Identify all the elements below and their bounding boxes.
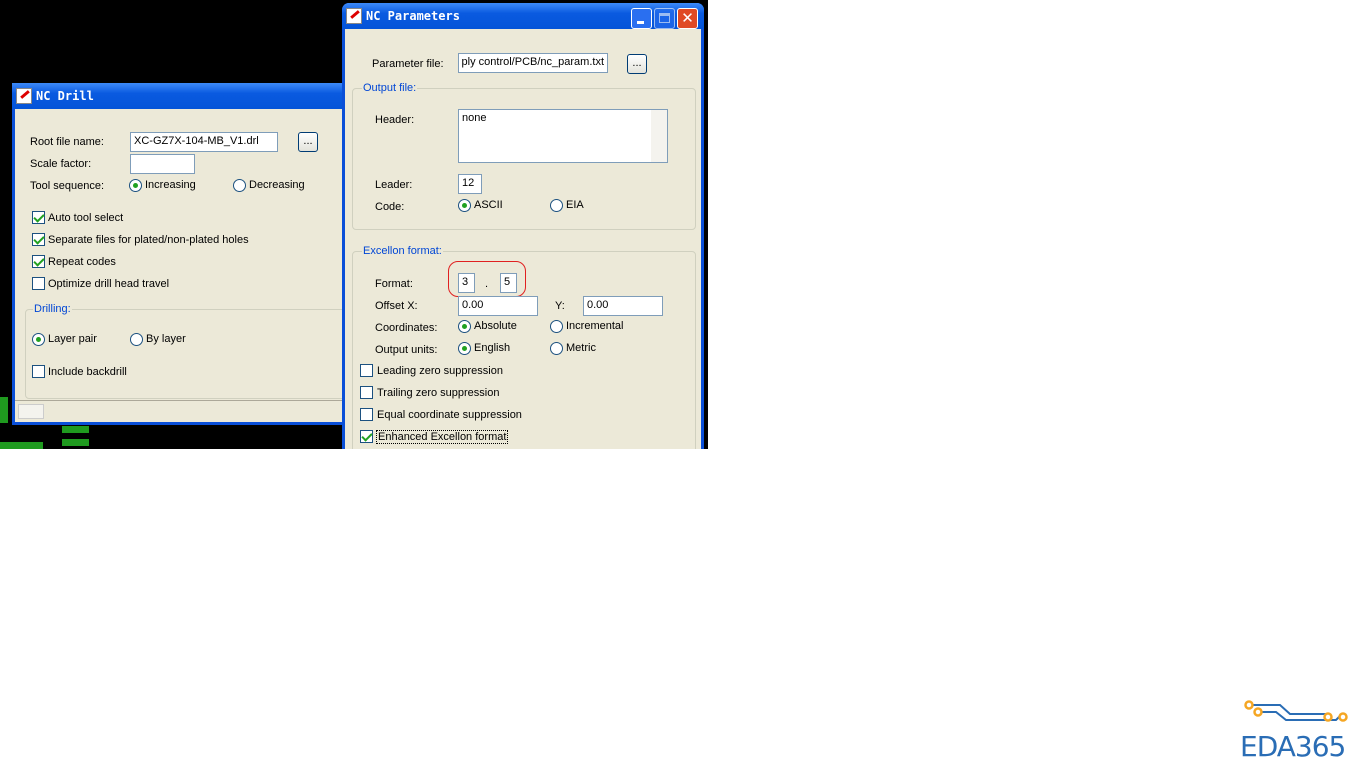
absolute-label: Absolute	[474, 320, 517, 332]
backdrill-checkbox[interactable]	[32, 365, 45, 378]
title-bar[interactable]: NC Parameters ✕	[342, 3, 704, 29]
pcb-trace	[0, 397, 8, 423]
trailing-zero-label: Trailing zero suppression	[377, 387, 500, 399]
header-textarea[interactable]: none	[458, 109, 668, 163]
eia-label: EIA	[566, 199, 584, 211]
browse-button[interactable]: ...	[627, 54, 647, 74]
app-icon	[346, 8, 362, 24]
offset-y-input[interactable]: 0.00	[583, 296, 663, 316]
scrollbar[interactable]	[651, 110, 667, 162]
absolute-radio[interactable]	[458, 320, 471, 333]
layer-pair-radio[interactable]	[32, 333, 45, 346]
close-icon: ✕	[681, 9, 694, 27]
auto-tool-label: Auto tool select	[48, 212, 124, 224]
by-layer-radio[interactable]	[130, 333, 143, 346]
format-dot: .	[485, 278, 489, 290]
tool-seq-label: Tool sequence:	[30, 180, 104, 192]
decreasing-label: Decreasing	[249, 179, 305, 191]
by-layer-label: By layer	[146, 333, 186, 345]
output-file-group-label: Output file:	[362, 82, 418, 94]
pcb-trace	[62, 426, 89, 433]
browse-button[interactable]: ...	[298, 132, 318, 152]
param-file-input[interactable]: ply control/PCB/nc_param.txt	[458, 53, 608, 73]
maximize-icon	[659, 13, 670, 23]
backdrill-label: Include backdrill	[48, 366, 127, 378]
minimize-icon	[637, 21, 644, 24]
window-title: NC Parameters	[366, 9, 460, 23]
optimize-checkbox[interactable]	[32, 277, 45, 290]
metric-label: Metric	[566, 342, 596, 354]
increasing-radio[interactable]	[129, 179, 142, 192]
status-bar	[15, 400, 355, 422]
format-integer-input[interactable]: 3	[458, 273, 475, 293]
root-file-input[interactable]: XC-GZ7X-104-MB_V1.drl	[130, 132, 278, 152]
incremental-label: Incremental	[566, 320, 624, 332]
separate-files-label: Separate files for plated/non-plated hol…	[48, 234, 249, 246]
drilling-group	[25, 309, 355, 399]
equal-coord-checkbox[interactable]	[360, 408, 373, 421]
app-icon	[16, 88, 32, 104]
param-file-label: Parameter file:	[372, 58, 444, 70]
ascii-label: ASCII	[474, 199, 503, 211]
code-label: Code:	[375, 201, 405, 213]
incremental-radio[interactable]	[550, 320, 563, 333]
metric-radio[interactable]	[550, 342, 563, 355]
minimize-button[interactable]	[631, 8, 652, 29]
eda365-logo: EDA365	[1240, 700, 1352, 763]
logo-text: EDA365	[1240, 730, 1346, 763]
status-pane	[18, 404, 44, 419]
auto-tool-checkbox[interactable]	[32, 211, 45, 224]
format-decimal-input[interactable]: 5	[500, 273, 517, 293]
close-button[interactable]: ✕	[677, 8, 698, 29]
header-value: none	[462, 112, 487, 124]
leading-zero-label: Leading zero suppression	[377, 365, 503, 377]
circuit-trace-icon	[1244, 700, 1348, 722]
trailing-zero-checkbox[interactable]	[360, 386, 373, 399]
leader-label: Leader:	[375, 179, 413, 191]
title-bar[interactable]: NC Drill	[12, 83, 355, 109]
offset-x-input[interactable]: 0.00	[458, 296, 538, 316]
scale-label: Scale factor:	[30, 158, 92, 170]
coordinates-label: Coordinates:	[375, 322, 438, 334]
window-title: NC Drill	[36, 89, 94, 103]
equal-coord-label: Equal coordinate suppression	[377, 409, 522, 421]
increasing-label: Increasing	[145, 179, 196, 191]
header-label: Header:	[375, 114, 415, 126]
leading-zero-checkbox[interactable]	[360, 364, 373, 377]
units-label: Output units:	[375, 344, 438, 356]
separate-files-checkbox[interactable]	[32, 233, 45, 246]
layer-pair-label: Layer pair	[48, 333, 97, 345]
optimize-label: Optimize drill head travel	[48, 278, 170, 290]
cad-background: NC Drill Root file name: XC-GZ7X-104-MB_…	[0, 0, 708, 449]
maximize-button	[654, 8, 675, 29]
nc-drill-dialog: NC Drill Root file name: XC-GZ7X-104-MB_…	[12, 83, 355, 425]
decreasing-radio[interactable]	[233, 179, 246, 192]
english-radio[interactable]	[458, 342, 471, 355]
nc-parameters-dialog: NC Parameters ✕ Parameter file: ply cont…	[342, 3, 704, 449]
repeat-codes-checkbox[interactable]	[32, 255, 45, 268]
leader-input[interactable]: 12	[458, 174, 482, 194]
drilling-group-label: Drilling:	[33, 303, 72, 315]
ascii-radio[interactable]	[458, 199, 471, 212]
scale-input[interactable]	[130, 154, 195, 174]
eia-radio[interactable]	[550, 199, 563, 212]
excellon-group-label: Excellon format:	[362, 245, 443, 257]
format-label: Format:	[375, 278, 413, 290]
root-file-label: Root file name:	[30, 136, 104, 148]
offset-y-label: Y:	[555, 300, 565, 312]
english-label: English	[474, 342, 511, 354]
enhanced-excellon-checkbox[interactable]	[360, 430, 373, 443]
repeat-codes-label: Repeat codes	[48, 256, 116, 268]
pcb-trace	[62, 439, 89, 446]
enhanced-excellon-label: Enhanced Excellon format	[376, 430, 509, 444]
pcb-trace	[0, 442, 43, 449]
offset-x-label: Offset X:	[375, 300, 418, 312]
